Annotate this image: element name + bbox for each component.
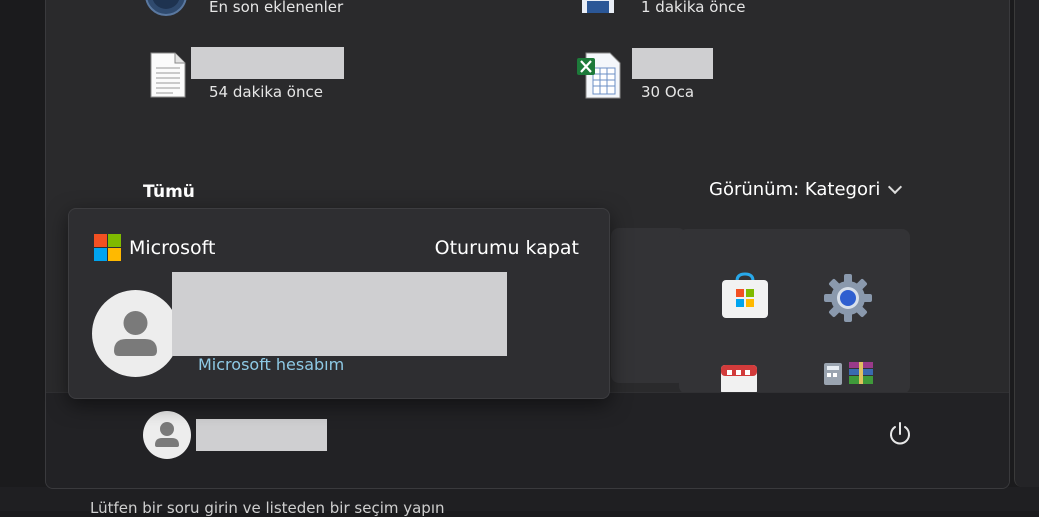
winrar-app-icon [849, 362, 875, 388]
power-button[interactable] [880, 416, 920, 456]
recent-item-label: 1 dakika önce [641, 0, 746, 16]
view-toggle-label: Görünüm: Kategori [709, 179, 881, 200]
microsoft-brand: Microsoft [94, 234, 215, 261]
sign-out-button[interactable]: Oturumu kapat [435, 237, 579, 259]
user-avatar-icon [92, 290, 179, 377]
redacted-file-name [632, 48, 713, 79]
account-flyout: Microsoft Oturumu kapat Microsoft hesabı… [68, 208, 610, 399]
word-document-icon [581, 0, 617, 19]
calendar-app-icon [721, 365, 761, 394]
view-toggle-button[interactable]: Görünüm: Kategori [709, 179, 903, 200]
recent-item-text-document[interactable]: 54 dakika önce [146, 43, 446, 103]
taskbar: Lütfen bir soru girin ve listeden bir se… [0, 487, 1039, 517]
calculator-app-icon [824, 363, 844, 389]
recent-item-label: 30 Oca [641, 83, 695, 101]
microsoft-store-icon [721, 271, 769, 323]
microsoft-account-link[interactable]: Microsoft hesabım [198, 355, 344, 374]
adjacent-window-edge [1014, 0, 1039, 487]
excel-spreadsheet-icon [576, 52, 624, 104]
power-icon [887, 421, 913, 451]
user-account-button[interactable] [143, 411, 327, 459]
user-avatar-icon [143, 411, 191, 459]
text-document-icon [149, 52, 187, 102]
app-category-folder[interactable] [611, 228, 686, 383]
taskbar-search-text[interactable]: Lütfen bir soru girin ve listeden bir se… [90, 499, 445, 517]
recent-item-word-document[interactable]: 1 dakika önce [581, 0, 861, 19]
recent-item-label: 54 dakika önce [209, 83, 323, 101]
brand-label: Microsoft [129, 236, 216, 259]
redacted-user-name [196, 419, 327, 451]
app-category-folder[interactable] [679, 229, 910, 394]
redacted-file-name [191, 47, 344, 79]
clock-icon [144, 0, 188, 21]
recent-item-excel-spreadsheet[interactable]: 30 Oca [576, 43, 876, 103]
recent-item-recently-added[interactable]: En son eklenenler [144, 0, 424, 19]
microsoft-logo-icon [94, 234, 121, 261]
settings-gear-icon [823, 273, 873, 327]
recent-item-label: En son eklenenler [209, 0, 344, 16]
all-apps-title: Tümü [143, 182, 195, 202]
chevron-down-icon [888, 179, 903, 195]
redacted-account-details [172, 272, 507, 356]
